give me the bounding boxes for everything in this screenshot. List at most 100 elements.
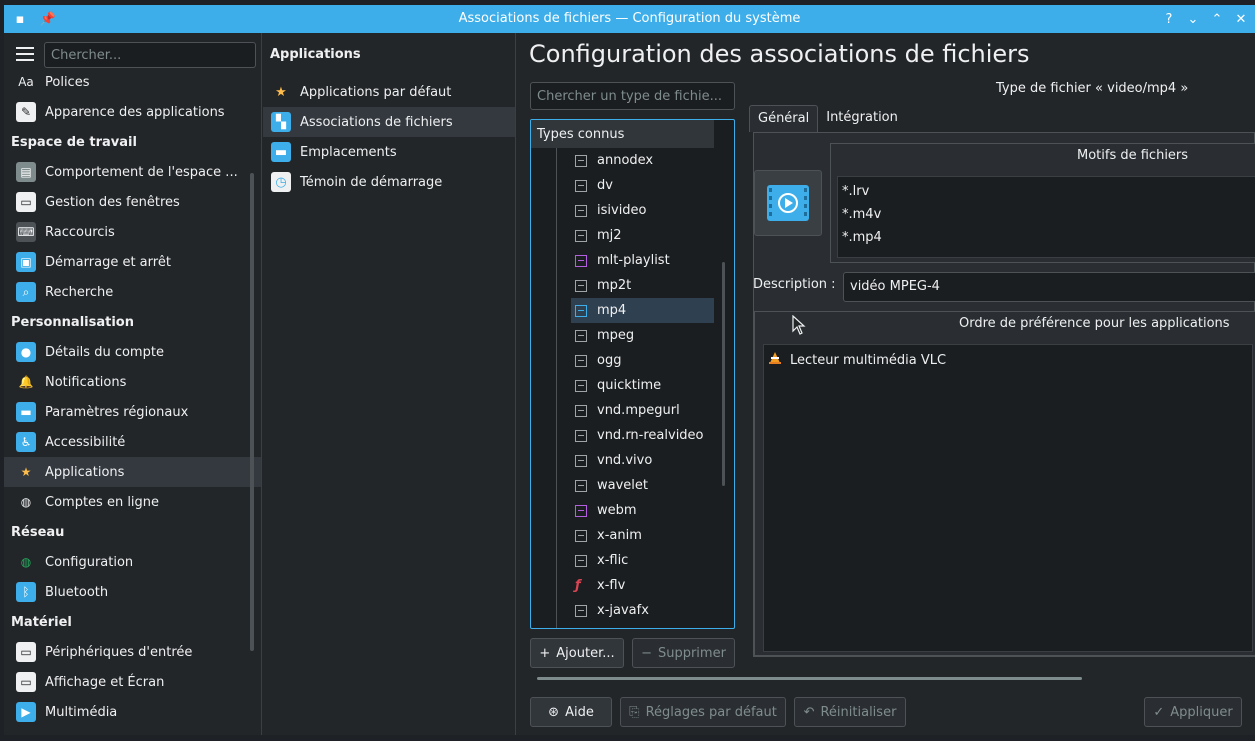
applications-item-label: Emplacements [300, 144, 397, 160]
description-label: Description : [753, 277, 836, 292]
sidebar-item[interactable]: ● Détails du compte [4, 337, 261, 367]
file-pattern[interactable]: *.lrv [842, 180, 1255, 203]
horizontal-scrollbar[interactable] [537, 677, 1082, 680]
general-tab-panel: Motifs de fichiers *.lrv *.m4v *.mp4 Descr… [753, 132, 1255, 657]
sidebar-item[interactable]: ⌨ Raccourcis [4, 217, 261, 247]
tree-item[interactable]: annodex [571, 148, 714, 173]
tree-item[interactable]: ƒ x-flv [571, 573, 714, 598]
tree-item[interactable]: mlt-playlist [571, 248, 714, 273]
apply-button[interactable]: ✓ Appliquer [1144, 697, 1242, 727]
folder-icon: ▬ [271, 142, 291, 162]
sidebar-item[interactable]: ⌕ Recherche [4, 277, 261, 307]
input-device-icon: ▭ [16, 642, 36, 662]
file-pattern[interactable]: *.mp4 [842, 226, 1255, 249]
tree-item[interactable]: x-javafx [571, 598, 714, 623]
tree-item-label: dv [597, 178, 613, 193]
sidebar-item[interactable]: ▭ Gestion des fenêtres [4, 187, 261, 217]
sidebar-search-input[interactable] [44, 42, 256, 68]
sidebar-category: Réseau [11, 524, 65, 540]
tree-item[interactable]: x-flic [571, 548, 714, 573]
sidebar-item[interactable]: ◍ Configuration [4, 547, 261, 577]
sidebar-item[interactable]: ▣ Démarrage et arrêt [4, 247, 261, 277]
reset-button[interactable]: ↶ Réinitialiser [794, 697, 906, 727]
help-footer-button[interactable]: ⊛ Aide [530, 697, 612, 727]
tree-item[interactable]: ogg [571, 348, 714, 373]
region-icon: ▬ [16, 402, 36, 422]
tree-item[interactable]: quicktime [571, 373, 714, 398]
sidebar-item[interactable]: Aa Polices [4, 67, 261, 97]
mouse-cursor-icon [792, 315, 806, 335]
sidebar-item[interactable]: ▭ Affichage et Écran [4, 667, 261, 697]
video-file-icon [575, 529, 587, 542]
search-icon: ⌕ [16, 282, 36, 302]
file-patterns-title: Motifs de fichiers [1077, 148, 1189, 163]
bell-icon: 🔔 [18, 375, 34, 389]
applications-item[interactable]: ▬ Emplacements [263, 137, 515, 167]
sidebar-item[interactable]: 🔔 Notifications [4, 367, 261, 397]
app-preference-group: Ordre de préférence pour les application… [754, 311, 1255, 656]
sidebar-item[interactable]: ▶ Multimédia [4, 697, 261, 727]
sidebar-item[interactable]: ᛒ Bluetooth [4, 577, 261, 607]
minus-icon: − [641, 645, 652, 661]
sidebar-item-label: Apparence des applications [45, 104, 225, 120]
maximize-button[interactable]: ⌃ [1207, 9, 1227, 29]
tree-item[interactable]: x-anim [571, 523, 714, 548]
tree-item[interactable]: mj2 [571, 223, 714, 248]
tree-item[interactable]: wavelet [571, 473, 714, 498]
sidebar-item[interactable]: ✎ Apparence des applications [4, 97, 261, 127]
sidebar-item[interactable]: ♿ Accessibilité [4, 427, 261, 457]
video-file-icon [575, 454, 587, 467]
file-pattern[interactable]: *.m4v [842, 203, 1255, 226]
tree-item[interactable]: dv [571, 173, 714, 198]
sidebar-item[interactable]: ▬ Paramètres régionaux [4, 397, 261, 427]
app-preference-list[interactable]: Lecteur multimédia VLC [763, 344, 1253, 652]
sidebar-item-label: Périphériques d'entrée [45, 644, 193, 660]
sidebar-item-label: Gestion des fenêtres [45, 194, 180, 210]
description-input[interactable]: vidéo MPEG-4 [843, 272, 1255, 302]
sidebar-item-label: Configuration [45, 554, 134, 570]
tab-integration[interactable]: Intégration [818, 105, 906, 132]
applications-item[interactable]: ★ Applications par défaut [263, 77, 515, 107]
filetype-icon-button[interactable] [754, 170, 822, 236]
video-file-icon [575, 279, 587, 292]
file-patterns-list[interactable]: *.lrv *.m4v *.mp4 [837, 176, 1255, 258]
tree-scrollbar[interactable] [722, 262, 725, 486]
sidebar-item[interactable]: ★ Applications [4, 457, 261, 487]
tree-item[interactable]: vnd.rn-realvideo [571, 423, 714, 448]
preferred-app-item[interactable]: Lecteur multimédia VLC [768, 349, 1248, 371]
defaults-button[interactable]: ⎘ Réglages par défaut [620, 697, 786, 727]
keyboard-icon: ⌨ [16, 222, 36, 242]
tree-header[interactable]: Types connus [531, 120, 714, 148]
add-button[interactable]: + Ajouter... [530, 638, 624, 668]
hamburger-menu-icon[interactable] [16, 47, 34, 63]
sidebar-item[interactable]: ◍ Comptes en ligne [4, 487, 261, 517]
help-button[interactable]: ? [1159, 9, 1179, 29]
applications-item[interactable]: ◷ Témoin de démarrage [263, 167, 515, 197]
tree-item-label: x-flic [597, 553, 629, 568]
sidebar-item[interactable]: ▭ Périphériques d'entrée [4, 637, 261, 667]
tree-item[interactable]: vnd.vivo [571, 448, 714, 473]
tree-item[interactable]: vnd.mpegurl [571, 398, 714, 423]
sidebar-scrollbar[interactable] [250, 173, 254, 651]
multimedia-icon: ▶ [16, 702, 36, 722]
tree-item[interactable]: isivideo [571, 198, 714, 223]
tab-general[interactable]: Général [749, 105, 819, 132]
tree-item[interactable]: mpeg [571, 323, 714, 348]
video-file-icon [575, 604, 587, 617]
tree-item[interactable]: mp2t [571, 273, 714, 298]
star-icon: ★ [275, 84, 287, 100]
video-file-icon [575, 479, 587, 492]
tree-item[interactable]: webm [571, 498, 714, 523]
sidebar-item[interactable]: ▤ Comportement de l'espace ... [4, 157, 261, 187]
close-button[interactable]: ✕ [1231, 9, 1251, 29]
tree-item[interactable]: mp4 [571, 298, 714, 323]
vlc-icon [768, 351, 782, 369]
remove-button[interactable]: − Supprimer [632, 638, 735, 668]
applications-column: Applications ★ Applications par défaut ▚ As… [263, 33, 516, 735]
video-file-icon [575, 429, 587, 442]
applications-item[interactable]: ▚ Associations de fichiers [263, 107, 515, 137]
filetype-search-input[interactable] [530, 82, 735, 110]
fonts-icon: Aa [18, 75, 34, 89]
sidebar-category: Matériel [11, 614, 72, 630]
minimize-button[interactable]: ⌄ [1183, 9, 1203, 29]
